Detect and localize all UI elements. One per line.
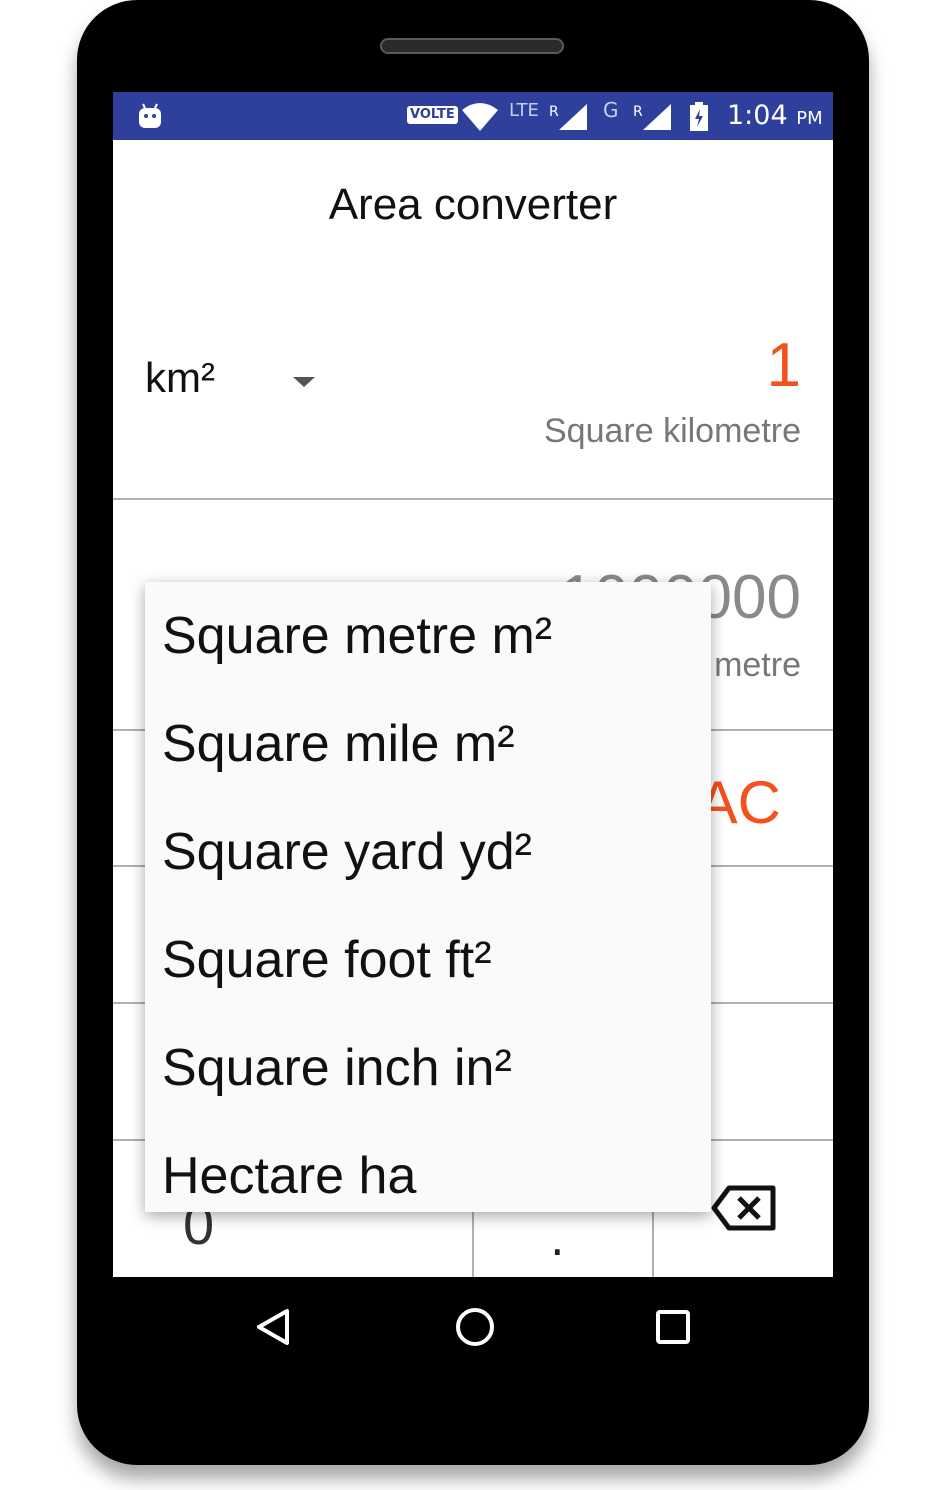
menu-item-square-foot[interactable]: Square foot ft² xyxy=(145,906,711,1014)
to-unit-name: metre xyxy=(714,646,801,684)
status-bar: VOLTE LTE R G R 1:04 PM xyxy=(113,92,833,140)
unit-dropdown-menu: Square metre m² Square mile m² Square ya… xyxy=(145,582,711,1212)
g-network-label: G xyxy=(603,98,619,122)
clock-ampm: PM xyxy=(796,108,823,129)
keypad-divider xyxy=(652,1212,654,1277)
unit-spinner[interactable]: km² xyxy=(145,354,215,402)
key-decimal-point[interactable]: . xyxy=(550,1212,565,1266)
menu-item-square-yard[interactable]: Square yard yd² xyxy=(145,798,711,906)
menu-item-hectare[interactable]: Hectare ha xyxy=(145,1122,711,1212)
clock-time: 1:04 xyxy=(727,100,788,131)
android-icon xyxy=(137,102,163,134)
svg-text:R: R xyxy=(633,104,643,120)
phone-frame: VOLTE LTE R G R 1:04 PM Area converter k… xyxy=(77,0,869,1465)
divider xyxy=(113,498,833,500)
backspace-icon[interactable] xyxy=(711,1184,777,1236)
menu-item-square-mile[interactable]: Square mile m² xyxy=(145,690,711,798)
input-value[interactable]: 1 xyxy=(767,330,801,401)
back-icon[interactable] xyxy=(253,1307,293,1351)
home-icon[interactable] xyxy=(453,1305,497,1353)
speaker-grille xyxy=(380,38,564,54)
battery-charging-icon xyxy=(689,102,709,136)
page-title: Area converter xyxy=(328,180,618,229)
wifi-icon xyxy=(461,102,499,136)
menu-item-square-metre[interactable]: Square metre m² xyxy=(145,582,711,690)
screen: VOLTE LTE R G R 1:04 PM Area converter k… xyxy=(113,92,833,1277)
keypad-divider xyxy=(472,1212,474,1277)
recent-apps-icon[interactable] xyxy=(655,1309,691,1349)
navigation-bar xyxy=(113,1277,833,1377)
dropdown-arrow-icon[interactable] xyxy=(293,377,315,387)
svg-text:R: R xyxy=(549,104,559,120)
menu-item-square-inch[interactable]: Square inch in² xyxy=(145,1014,711,1122)
clock: 1:04 PM xyxy=(727,100,823,131)
from-unit-name: Square kilometre xyxy=(543,412,801,450)
signal-icon: R xyxy=(549,102,589,136)
lte-label: LTE xyxy=(509,100,539,121)
signal-icon-2: R xyxy=(633,102,673,136)
volte-badge: VOLTE xyxy=(407,106,458,124)
